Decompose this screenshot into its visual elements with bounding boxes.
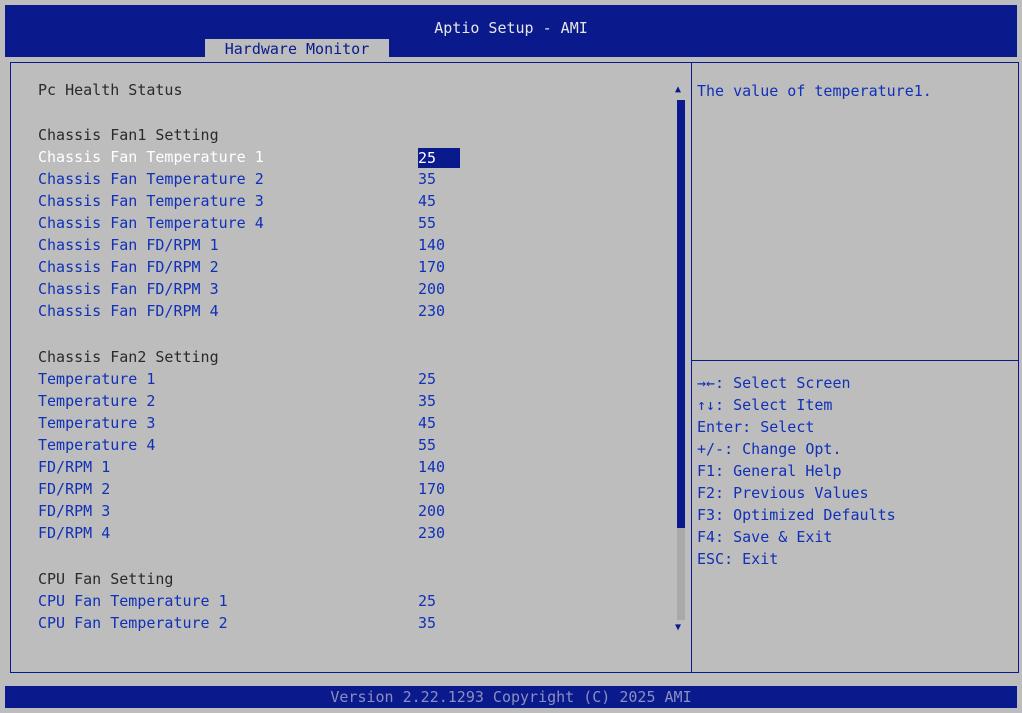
setting-value[interactable]: 170 bbox=[418, 478, 445, 500]
setting-value[interactable]: 25 bbox=[418, 368, 436, 390]
setting-value-selected[interactable]: 25 bbox=[418, 148, 460, 168]
setting-value[interactable]: 170 bbox=[418, 256, 445, 278]
setting-value[interactable]: 45 bbox=[418, 190, 436, 212]
group-heading-cpu-fan: CPU Fan Setting bbox=[38, 570, 174, 588]
setting-label[interactable]: Temperature 4 bbox=[38, 434, 155, 456]
setting-label[interactable]: FD/RPM 2 bbox=[38, 478, 110, 500]
setting-label[interactable]: FD/RPM 4 bbox=[38, 522, 110, 544]
group-heading-chassis-fan2: Chassis Fan2 Setting bbox=[38, 348, 219, 366]
key-hint: F1: General Help bbox=[697, 462, 842, 480]
title-bar: Aptio Setup - AMI Hardware Monitor bbox=[5, 5, 1017, 60]
setting-label[interactable]: Temperature 2 bbox=[38, 390, 155, 412]
key-hint: +/-: Change Opt. bbox=[697, 440, 842, 458]
item-help-text: The value of temperature1. bbox=[697, 82, 932, 100]
setting-value[interactable]: 25 bbox=[418, 590, 436, 612]
setting-label[interactable]: Chassis Fan FD/RPM 4 bbox=[38, 300, 219, 322]
setting-label[interactable]: CPU Fan Temperature 1 bbox=[38, 590, 228, 612]
setting-label[interactable]: FD/RPM 3 bbox=[38, 500, 110, 522]
app-title: Aptio Setup - AMI bbox=[434, 19, 588, 37]
help-divider bbox=[691, 360, 1019, 361]
key-hint: F4: Save & Exit bbox=[697, 528, 833, 546]
key-hint: ↑↓: Select Item bbox=[697, 396, 833, 414]
setting-label[interactable]: Temperature 3 bbox=[38, 412, 155, 434]
key-hint: F3: Optimized Defaults bbox=[697, 506, 896, 524]
setting-value[interactable]: 200 bbox=[418, 278, 445, 300]
setting-label[interactable]: Chassis Fan Temperature 2 bbox=[38, 168, 264, 190]
setting-label[interactable]: Chassis Fan FD/RPM 1 bbox=[38, 234, 219, 256]
setting-label[interactable]: Chassis Fan FD/RPM 3 bbox=[38, 278, 219, 300]
setting-value[interactable]: 35 bbox=[418, 168, 436, 190]
setting-label[interactable]: Chassis Fan Temperature 4 bbox=[38, 212, 264, 234]
setting-label[interactable]: Chassis Fan Temperature 3 bbox=[38, 190, 264, 212]
setting-value[interactable]: 140 bbox=[418, 234, 445, 256]
setting-label[interactable]: Temperature 1 bbox=[38, 368, 155, 390]
setting-value[interactable]: 230 bbox=[418, 522, 445, 544]
setting-value[interactable]: 45 bbox=[418, 412, 436, 434]
setting-value[interactable]: 230 bbox=[418, 300, 445, 322]
panel-divider bbox=[691, 62, 692, 673]
setting-label[interactable]: Chassis Fan Temperature 1 bbox=[38, 146, 264, 168]
tab-hardware-monitor[interactable]: Hardware Monitor bbox=[205, 39, 389, 60]
setting-value[interactable]: 35 bbox=[418, 390, 436, 412]
setting-value[interactable]: 35 bbox=[418, 612, 436, 634]
scroll-up-arrow-icon[interactable]: ▲ bbox=[675, 84, 681, 95]
group-heading-chassis-fan1: Chassis Fan1 Setting bbox=[38, 126, 219, 144]
key-hint: Enter: Select bbox=[697, 418, 815, 436]
setting-value[interactable]: 55 bbox=[418, 434, 436, 456]
setting-value[interactable]: 55 bbox=[418, 212, 436, 234]
scrollbar-thumb[interactable] bbox=[677, 100, 685, 528]
setting-label[interactable]: CPU Fan Temperature 2 bbox=[38, 612, 228, 634]
setting-label[interactable]: Chassis Fan FD/RPM 2 bbox=[38, 256, 219, 278]
key-hint: ESC: Exit bbox=[697, 550, 779, 568]
key-hint: →←: Select Screen bbox=[697, 374, 851, 392]
setting-label[interactable]: FD/RPM 1 bbox=[38, 456, 110, 478]
setting-value[interactable]: 200 bbox=[418, 500, 445, 522]
setting-value[interactable]: 140 bbox=[418, 456, 445, 478]
version-footer: Version 2.22.1293 Copyright (C) 2025 AMI bbox=[5, 686, 1017, 708]
scroll-down-arrow-icon[interactable]: ▼ bbox=[675, 622, 681, 633]
key-hint: F2: Previous Values bbox=[697, 484, 869, 502]
section-title: Pc Health Status bbox=[38, 81, 183, 99]
